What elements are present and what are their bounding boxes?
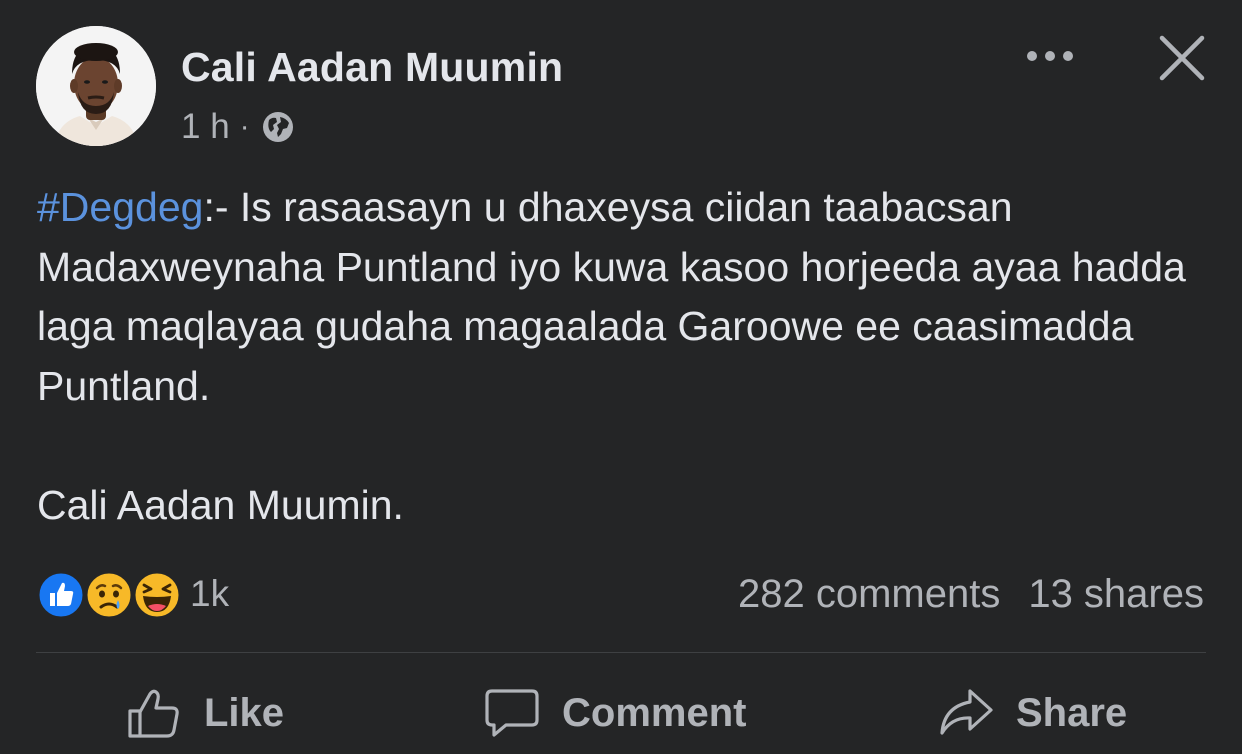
- divider: [36, 652, 1206, 653]
- like-button[interactable]: Like: [126, 680, 284, 746]
- author-name[interactable]: Cali Aadan Muumin: [181, 44, 563, 91]
- like-label: Like: [204, 690, 285, 735]
- globe-icon[interactable]: [260, 109, 296, 145]
- share-button[interactable]: Share: [938, 680, 1127, 746]
- more-horizontal-icon: [1027, 51, 1073, 61]
- shares-count[interactable]: 13 shares: [1028, 572, 1204, 617]
- comment-label: Comment: [562, 690, 747, 735]
- post-body: #Degdeg:- Is rasaasayn u dhaxeysa ciidan…: [37, 178, 1207, 416]
- comment-button[interactable]: Comment: [484, 680, 746, 746]
- close-button[interactable]: [1156, 32, 1208, 84]
- close-icon: [1159, 35, 1205, 81]
- post-timestamp[interactable]: 1 h: [181, 107, 230, 147]
- post-card: Cali Aadan Muumin 1 h · #Degdeg:- Is ras…: [0, 0, 1242, 754]
- reaction-icons: [36, 568, 184, 620]
- share-arrow-icon: [940, 689, 993, 735]
- comments-count[interactable]: 282 comments: [738, 572, 1000, 617]
- post-meta: 1 h ·: [181, 106, 296, 148]
- action-bar: Like Comment Share: [0, 672, 1242, 754]
- share-label: Share: [1016, 690, 1128, 735]
- comment-icon: [485, 689, 539, 737]
- avatar[interactable]: [36, 26, 156, 146]
- post-body-text: :- Is rasaasayn u dhaxeysa ciidan taabac…: [37, 184, 1186, 409]
- more-options-button[interactable]: [1020, 36, 1080, 76]
- engagement-counts: 282 comments 13 shares: [738, 572, 1204, 617]
- sad-reaction-icon: [84, 570, 134, 620]
- reaction-count: 1k: [190, 573, 230, 614]
- like-reaction-icon: [36, 570, 86, 620]
- haha-reaction-icon: [132, 570, 182, 620]
- reactions-summary[interactable]: 1k: [36, 568, 229, 620]
- post-signature: Cali Aadan Muumin.: [37, 482, 404, 528]
- meta-separator: ·: [239, 110, 250, 143]
- hashtag-link[interactable]: #Degdeg: [37, 184, 203, 230]
- avatar-photo: [36, 26, 156, 146]
- thumbs-up-icon: [128, 689, 179, 738]
